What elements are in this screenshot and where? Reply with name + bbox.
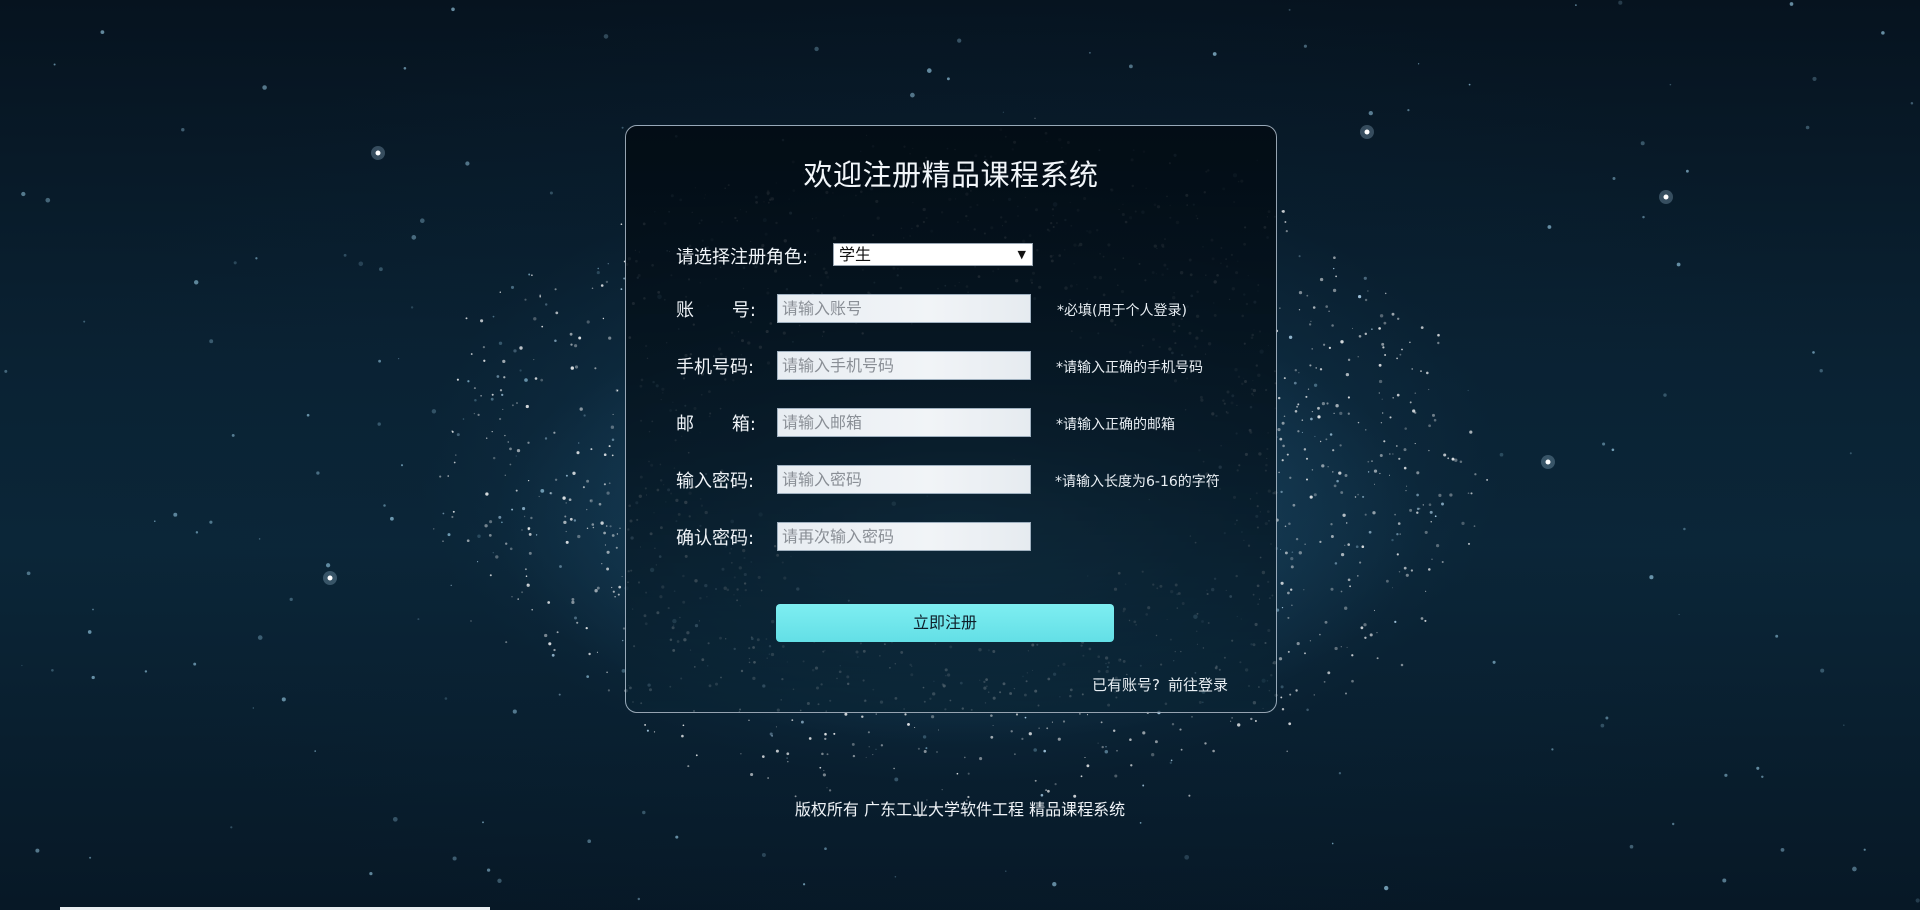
phone-label: 手机号码:: [676, 357, 755, 378]
email-input[interactable]: [777, 408, 1031, 437]
account-input[interactable]: [777, 294, 1031, 323]
password-input[interactable]: [777, 465, 1031, 494]
phone-hint: *请输入正确的手机号码: [1056, 360, 1203, 376]
password-label: 输入密码:: [676, 471, 755, 492]
login-link[interactable]: 前往登录: [1168, 676, 1228, 694]
chevron-down-icon: ▼: [1017, 248, 1026, 261]
password-hint: *请输入长度为6-16的字符: [1055, 474, 1220, 490]
role-select[interactable]: 学生 ▼: [833, 243, 1033, 266]
page-title: 欢迎注册精品课程系统: [803, 158, 1099, 192]
footer-copyright: 版权所有 广东工业大学软件工程 精品课程系统: [794, 800, 1126, 819]
register-button[interactable]: 立即注册: [776, 604, 1114, 642]
email-label: 邮 箱:: [676, 414, 756, 435]
role-label: 请选择注册角色:: [676, 247, 809, 268]
register-card: 欢迎注册精品课程系统 请选择注册角色: 学生 ▼ 账 号: *必填(用于个人登录…: [625, 125, 1277, 713]
confirm-password-input[interactable]: [777, 522, 1031, 551]
account-hint: *必填(用于个人登录): [1057, 303, 1187, 319]
email-hint: *请输入正确的邮箱: [1056, 417, 1175, 433]
phone-input[interactable]: [777, 351, 1031, 380]
role-select-value: 学生: [839, 245, 872, 264]
confirm-password-label: 确认密码:: [676, 528, 755, 549]
account-label: 账 号:: [676, 300, 756, 321]
has-account-text: 已有账号?: [1092, 676, 1160, 694]
login-prompt: 已有账号? 前往登录: [1092, 674, 1228, 695]
